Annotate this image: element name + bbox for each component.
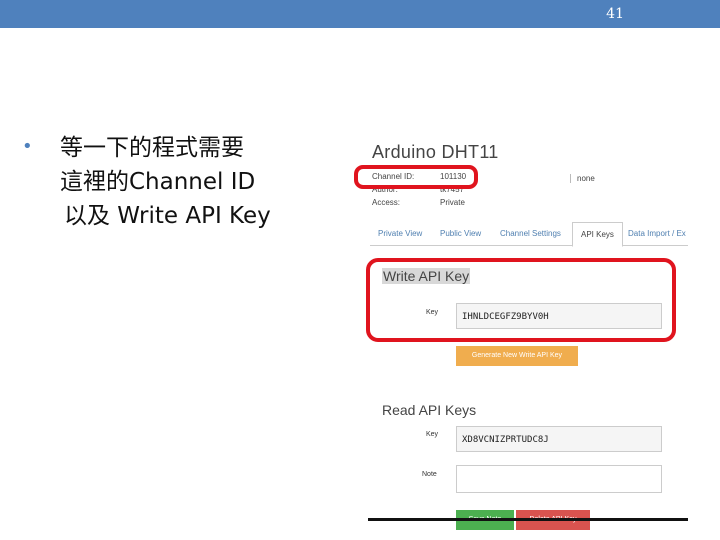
write-key-highlight <box>366 258 676 342</box>
bullet-line-1: 等一下的程式需要 <box>60 135 244 161</box>
access-value: Private <box>440 198 465 207</box>
tab-api-keys[interactable]: API Keys <box>572 222 623 247</box>
tab-bar: Private View Public View Channel Setting… <box>370 220 688 247</box>
right-info: none <box>570 174 595 183</box>
note-label: Note <box>422 471 437 478</box>
bottom-divider <box>368 518 688 521</box>
read-api-keys-title: Read API Keys <box>382 402 477 418</box>
generate-write-key-button[interactable]: Generate New Write API Key <box>456 346 578 366</box>
tab-public-view[interactable]: Public View <box>440 229 481 238</box>
right-info-value: none <box>577 174 595 183</box>
bullet-line-2: 這裡的Channel ID <box>60 169 256 195</box>
page-number: 41 <box>606 6 624 22</box>
tab-data-import[interactable]: Data Import / Ex <box>628 229 686 238</box>
tab-private-view[interactable]: Private View <box>378 229 422 238</box>
read-api-key-field[interactable]: XD8VCNIZPRTUDC8J <box>456 426 662 452</box>
note-field[interactable] <box>456 465 662 493</box>
access-label: Access: <box>372 198 401 207</box>
channel-id-highlight <box>354 165 478 189</box>
tab-channel-settings[interactable]: Channel Settings <box>500 229 561 238</box>
channel-title: Arduino DHT11 <box>372 142 499 162</box>
slide-header-bar: 41 <box>0 0 720 28</box>
bullet-icon: • <box>22 136 33 157</box>
bullet-line-3: 以及 Write API Key <box>64 203 271 229</box>
read-key-label: Key <box>426 431 439 438</box>
